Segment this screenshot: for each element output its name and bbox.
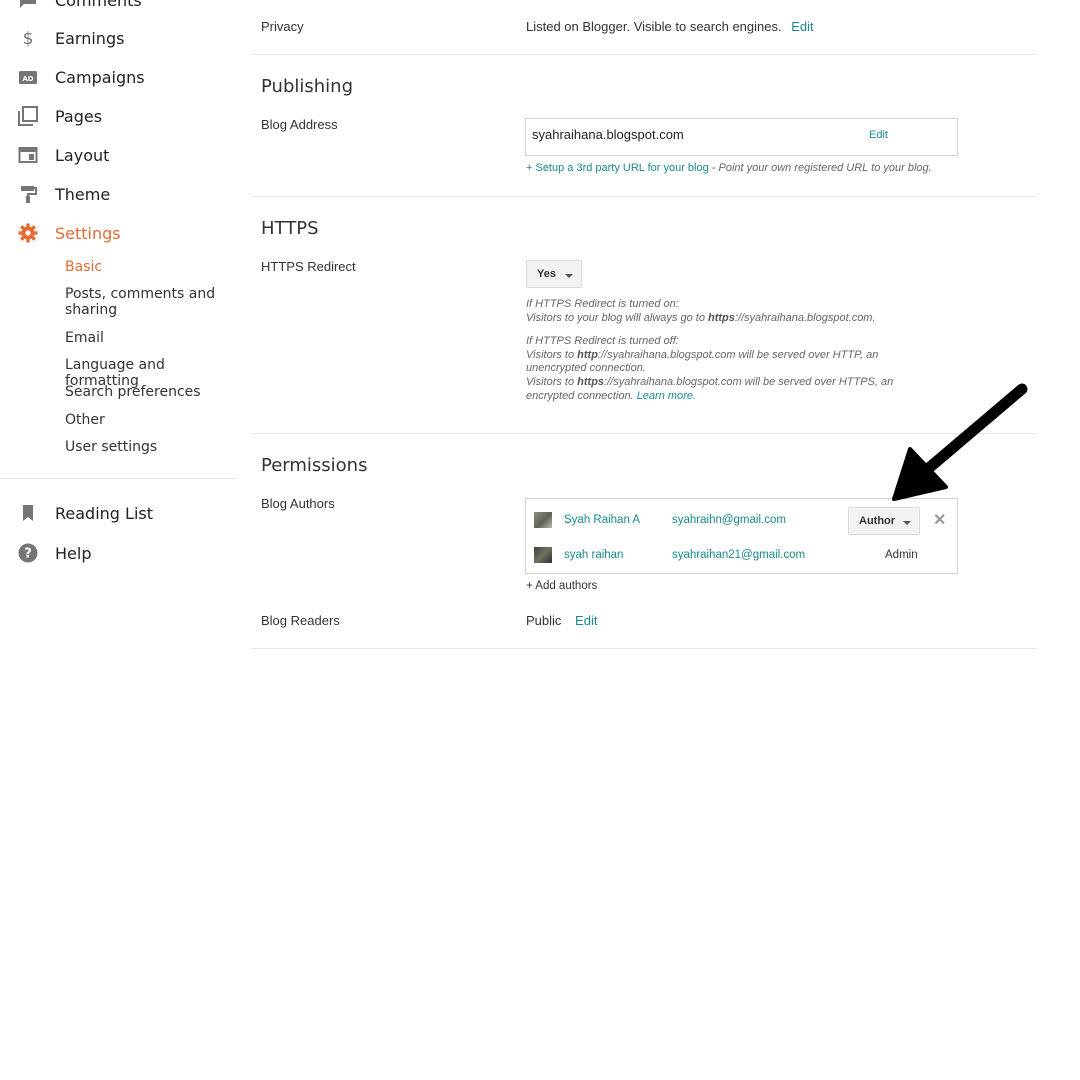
sidebar-item-label: Help: [55, 543, 92, 563]
https-redirect-value: Yes: [537, 268, 556, 280]
blog-readers-value: Public: [526, 613, 562, 628]
hint-bold: https: [708, 311, 735, 324]
sidebar-item-label: Layout: [55, 145, 110, 165]
https-off-line-2: Visitors to https://syahraihana.blogspot…: [526, 376, 893, 390]
sidebar-item-reading-list[interactable]: Reading List: [0, 498, 236, 528]
settings-sub-posts-comments-sharing[interactable]: Posts, comments and sharing: [65, 286, 230, 318]
https-redirect-dropdown[interactable]: Yes: [526, 260, 582, 288]
sidebar-divider: [0, 478, 236, 479]
sidebar-item-label: Settings: [55, 223, 121, 243]
hint-text: ://syahraihana.blogspot.com will be serv…: [597, 348, 879, 361]
privacy-value-text: Listed on Blogger. Visible to search eng…: [526, 19, 782, 34]
hint-bold: https: [577, 376, 605, 389]
settings-sub-search-preferences[interactable]: Search preferences: [65, 384, 230, 400]
settings-sub-user-settings[interactable]: User settings: [65, 439, 230, 455]
help-icon: ?: [17, 542, 39, 564]
annotation-arrow-icon: [892, 383, 1028, 501]
divider: [251, 196, 1037, 197]
author-name[interactable]: syah raihan: [564, 549, 623, 561]
privacy-label: Privacy: [261, 19, 304, 34]
third-party-url-hint: - Point your own registered URL to your …: [708, 162, 932, 174]
comment-icon: [17, 0, 39, 11]
https-off-heading: If HTTPS Redirect is turned off:: [526, 335, 679, 347]
divider: [251, 648, 1037, 649]
settings-sub-other[interactable]: Other: [65, 412, 230, 428]
sidebar-item-earnings[interactable]: $ Earnings: [0, 23, 236, 53]
sidebar-item-label: Theme: [55, 184, 111, 204]
https-off-line-1: Visitors to http://syahraihana.blogspot.…: [526, 349, 893, 363]
sidebar: Comments $ Earnings AD Campaigns Pages L…: [0, 0, 236, 1080]
sidebar-item-comments[interactable]: Comments: [0, 0, 236, 15]
https-on-hint: If HTTPS Redirect is turned on: Visitors…: [526, 298, 876, 325]
third-party-url-link[interactable]: + Setup a 3rd party URL for your blog: [526, 162, 709, 174]
author-email[interactable]: syahraihan21@gmail.com: [672, 549, 805, 561]
settings-main: Privacy Listed on Blogger. Visible to se…: [251, 0, 1037, 1080]
pages-icon: [17, 105, 39, 127]
sidebar-item-help[interactable]: ? Help: [0, 538, 236, 568]
svg-text:?: ?: [24, 547, 32, 562]
sidebar-item-label: Earnings: [55, 28, 125, 48]
blog-address-edit-link[interactable]: Edit: [869, 129, 888, 141]
sidebar-item-theme[interactable]: Theme: [0, 179, 236, 209]
ad-icon: AD: [17, 66, 39, 88]
bookmark-icon: [17, 502, 39, 524]
sidebar-item-label: Reading List: [55, 503, 153, 523]
sidebar-item-label: Comments: [55, 0, 142, 10]
divider: [251, 54, 1037, 55]
blog-readers-value-row: Public Edit: [526, 613, 597, 628]
remove-author-icon[interactable]: ✕: [933, 513, 946, 529]
learn-more-link[interactable]: Learn more.: [637, 390, 696, 402]
author-email[interactable]: syahraihn@gmail.com: [672, 514, 786, 526]
paint-roller-icon: [17, 183, 39, 205]
settings-sub-email[interactable]: Email: [65, 330, 230, 346]
https-on-line: Visitors to your blog will always go to …: [526, 312, 876, 326]
permissions-title: Permissions: [261, 455, 368, 476]
sidebar-item-settings[interactable]: Settings: [0, 218, 236, 248]
hint-bold: http: [577, 348, 598, 361]
avatar: [534, 547, 552, 563]
https-redirect-label: HTTPS Redirect: [261, 259, 356, 274]
hint-text: ://syahraihana.blogspot.com.: [734, 311, 876, 324]
hint-text: encrypted connection.: [526, 389, 637, 402]
https-on-heading: If HTTPS Redirect is turned on:: [526, 298, 679, 310]
hint-text: Visitors to: [526, 348, 578, 361]
privacy-value: Listed on Blogger. Visible to search eng…: [526, 19, 814, 34]
third-party-url-row: + Setup a 3rd party URL for your blog - …: [526, 162, 932, 174]
author-name[interactable]: Syah Raihan A: [564, 514, 640, 526]
privacy-edit-link[interactable]: Edit: [791, 19, 813, 34]
publishing-title: Publishing: [261, 76, 353, 97]
author-role-text: Admin: [885, 549, 918, 561]
svg-text:$: $: [23, 29, 34, 48]
https-off-line-2b: encrypted connection. Learn more.: [526, 390, 893, 404]
avatar: [534, 512, 552, 528]
blog-address-box: syahraihana.blogspot.com Edit: [525, 118, 958, 156]
settings-sub-basic[interactable]: Basic: [65, 259, 230, 275]
gear-icon: [17, 222, 39, 244]
layout-icon: [17, 144, 39, 166]
blog-readers-edit-link[interactable]: Edit: [575, 613, 597, 628]
sidebar-item-pages[interactable]: Pages: [0, 101, 236, 131]
svg-text:AD: AD: [22, 75, 33, 83]
sidebar-item-label: Pages: [55, 106, 103, 126]
sidebar-item-campaigns[interactable]: AD Campaigns: [0, 62, 236, 92]
hint-text: Visitors to: [526, 376, 578, 389]
add-authors-link[interactable]: + Add authors: [526, 580, 597, 592]
hint-text: ://syahraihana.blogspot.com will be serv…: [604, 376, 894, 389]
author-role-value: Author: [859, 515, 896, 527]
sidebar-item-layout[interactable]: Layout: [0, 140, 236, 170]
https-off-line-1b: unencrypted connection.: [526, 362, 646, 375]
chevron-down-icon: [903, 521, 911, 525]
blog-readers-label: Blog Readers: [261, 613, 340, 628]
https-title: HTTPS: [261, 218, 319, 239]
blog-address-label: Blog Address: [261, 117, 338, 132]
chevron-down-icon: [565, 274, 573, 278]
sidebar-item-label: Campaigns: [55, 67, 145, 87]
https-off-hint: If HTTPS Redirect is turned off: Visitor…: [526, 335, 893, 404]
dollar-icon: $: [17, 27, 39, 49]
hint-text: Visitors to your blog will always go to: [526, 311, 708, 324]
blog-address-value: syahraihana.blogspot.com: [532, 127, 684, 142]
blog-authors-label: Blog Authors: [261, 496, 335, 511]
